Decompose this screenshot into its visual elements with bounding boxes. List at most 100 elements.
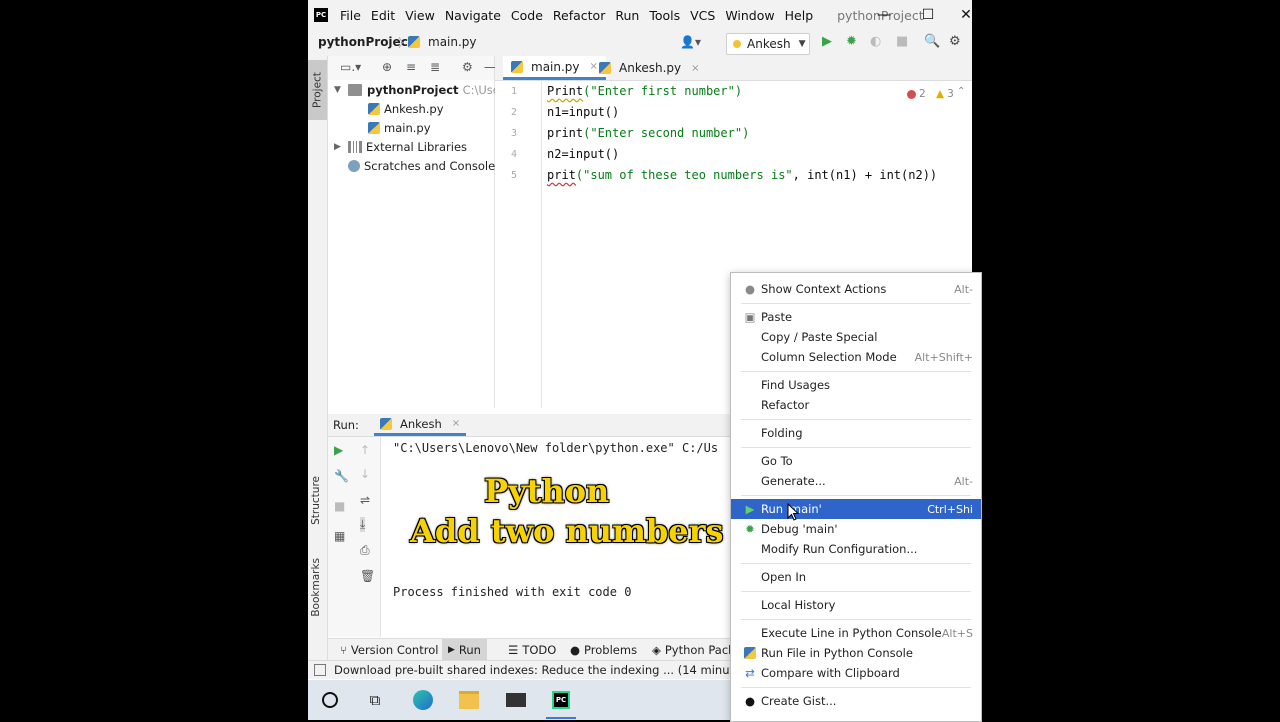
run-toolbar-primary: ▶ 🔧 ■ ▦ [328,437,354,637]
menu-folding[interactable]: Folding [731,423,981,443]
minimize-button[interactable]: — [866,0,902,30]
tab-problems[interactable]: ● Problems [564,639,643,661]
wrench-icon[interactable]: 🔧 [334,469,349,483]
tree-root[interactable]: ▼ pythonProject C:\Users\ [334,81,514,99]
scroll-to-end-icon[interactable]: ⤓ [360,517,366,532]
menu-refactor[interactable]: Refactor [553,8,605,23]
rerun-icon[interactable]: ▶ [334,443,343,457]
tree-file-ankesh[interactable]: Ankesh.py [368,100,444,118]
menu-run-main[interactable]: ▶ Run 'main' Ctrl+Shi [731,499,981,519]
run-configuration-select[interactable]: Ankesh ▼ [726,33,810,55]
menu-show-context-actions[interactable]: ● Show Context Actions Alt- [731,279,981,299]
menu-open-in[interactable]: Open In [731,567,981,587]
tree-file-main[interactable]: main.py [368,119,431,137]
menu-copy-paste-special[interactable]: Copy / Paste Special [731,327,981,347]
close-window-button[interactable]: ✕ [948,0,972,30]
menu-navigate[interactable]: Navigate [445,8,501,23]
trash-icon[interactable]: 🗑 [360,569,375,583]
menu-find-usages[interactable]: Find Usages [731,375,981,395]
inspection-warnings[interactable]: ▲ 3 [936,88,954,100]
status-message[interactable]: Download pre-built shared indexes: Reduc… [334,663,777,677]
search-icon[interactable]: 🔍 [924,34,940,49]
layout-icon[interactable]: ▦ [334,529,345,543]
breadcrumb-file[interactable]: main.py [408,35,477,49]
close-tab-icon[interactable]: × [452,418,460,429]
menu-help[interactable]: Help [785,8,814,23]
menu-local-history[interactable]: Local History [731,595,981,615]
menu-generate[interactable]: Generate... Alt- [731,471,981,491]
menu-code[interactable]: Code [511,8,543,23]
branch-icon: ⑂ [340,643,347,657]
menu-item-label: Column Selection Mode [761,350,897,364]
code-line-1[interactable]: Print("Enter first number") [547,84,742,98]
menu-go-to[interactable]: Go To [731,451,981,471]
code-line-4[interactable]: n2=input() [547,147,619,161]
menu-item-label: Paste [761,310,793,324]
project-tool-tab[interactable]: Project [308,60,327,120]
chevron-up-icon[interactable]: ⌃ [957,86,965,97]
pycharm-taskbar-icon[interactable]: PC [546,689,576,719]
problems-icon: ● [570,643,581,657]
inspection-errors[interactable]: 2 [907,88,926,100]
menu-window[interactable]: Window [725,8,774,23]
menu-column-selection-mode[interactable]: Column Selection Mode Alt+Shift+ [731,347,981,367]
menu-run-file-console[interactable]: Run File in Python Console [731,643,981,663]
settings-icon[interactable]: ⚙ [949,34,961,49]
user-icon[interactable]: 👤▾ [680,35,701,49]
python-config-icon [733,40,741,48]
tab-label: Ankesh.py [619,61,682,75]
file-explorer-icon[interactable] [458,689,480,711]
edge-icon[interactable] [412,689,434,711]
mail-icon[interactable] [505,689,527,711]
tab-version-control[interactable]: ⑂ Version Control [334,639,444,661]
code-line-5[interactable]: prit("sum of these teo numbers is", int(… [547,168,937,182]
python-file-icon [408,36,420,48]
menu-execute-line-console[interactable]: Execute Line in Python Console Alt+S [731,623,981,643]
up-arrow-icon[interactable]: ↑ [360,443,370,457]
menu-compare-clipboard[interactable]: ⇄ Compare with Clipboard [731,663,981,683]
tab-label: main.py [531,59,580,74]
down-arrow-icon[interactable]: ↓ [360,467,370,481]
tree-scratches[interactable]: Scratches and Consoles [348,157,501,175]
code-token: ("sum of these teo numbers is" [575,168,793,182]
code-line-3[interactable]: print("Enter second number") [547,126,749,140]
gear-icon[interactable]: ⚙ [462,60,473,74]
menu-edit[interactable]: Edit [371,8,395,23]
code-line-2[interactable]: n1=input() [547,105,619,119]
debug-icon[interactable]: ✹ [846,34,857,49]
bookmarks-tool-tab[interactable]: Bookmarks [310,558,322,617]
cortana-icon[interactable] [319,689,341,711]
locate-icon[interactable]: ⊕ [382,60,392,74]
menu-refactor[interactable]: Refactor [731,395,981,415]
menu-run[interactable]: Run [615,8,639,23]
menu-tools[interactable]: Tools [649,8,680,23]
maximize-button[interactable]: ☐ [910,0,946,30]
soft-wrap-icon[interactable]: ⇌ [360,493,370,507]
menu-create-gist[interactable]: ● Create Gist... [731,691,981,711]
tab-todo[interactable]: ☰ TODO [502,639,562,661]
menu-item-shortcut: Alt- [954,282,973,296]
status-toggle-icon[interactable] [314,664,326,676]
coverage-icon[interactable]: ◐ [870,34,881,49]
stop-icon[interactable]: ■ [896,34,908,49]
collapse-all-icon[interactable]: ≣ [430,60,440,74]
task-view-icon[interactable]: ⧉ [364,689,386,711]
tab-run[interactable]: ▶ Run [442,639,487,661]
run-tab-ankesh[interactable]: Ankesh × [374,414,467,436]
run-icon[interactable]: ▶ [822,34,832,49]
tree-external-libraries[interactable]: ▶ External Libraries [334,138,467,156]
menu-file[interactable]: File [340,8,361,23]
view-mode-icon[interactable]: ▭.▾ [340,60,361,74]
menu-view[interactable]: View [405,8,435,23]
structure-tool-tab[interactable]: Structure [310,476,322,525]
menu-paste[interactable]: ▣ Paste [731,307,981,327]
print-icon[interactable]: ⎙ [360,543,370,558]
code-token: ("Enter first number") [583,84,743,98]
stop-icon[interactable]: ■ [334,499,345,513]
tab-ankesh-py[interactable]: Ankesh.py × [591,56,708,80]
menu-debug-main[interactable]: ✹ Debug 'main' [731,519,981,539]
menu-vcs[interactable]: VCS [690,8,715,23]
menu-modify-run-config[interactable]: Modify Run Configuration... [731,539,981,559]
close-tab-icon[interactable]: × [691,63,699,74]
expand-all-icon[interactable]: ≡ [406,60,416,74]
